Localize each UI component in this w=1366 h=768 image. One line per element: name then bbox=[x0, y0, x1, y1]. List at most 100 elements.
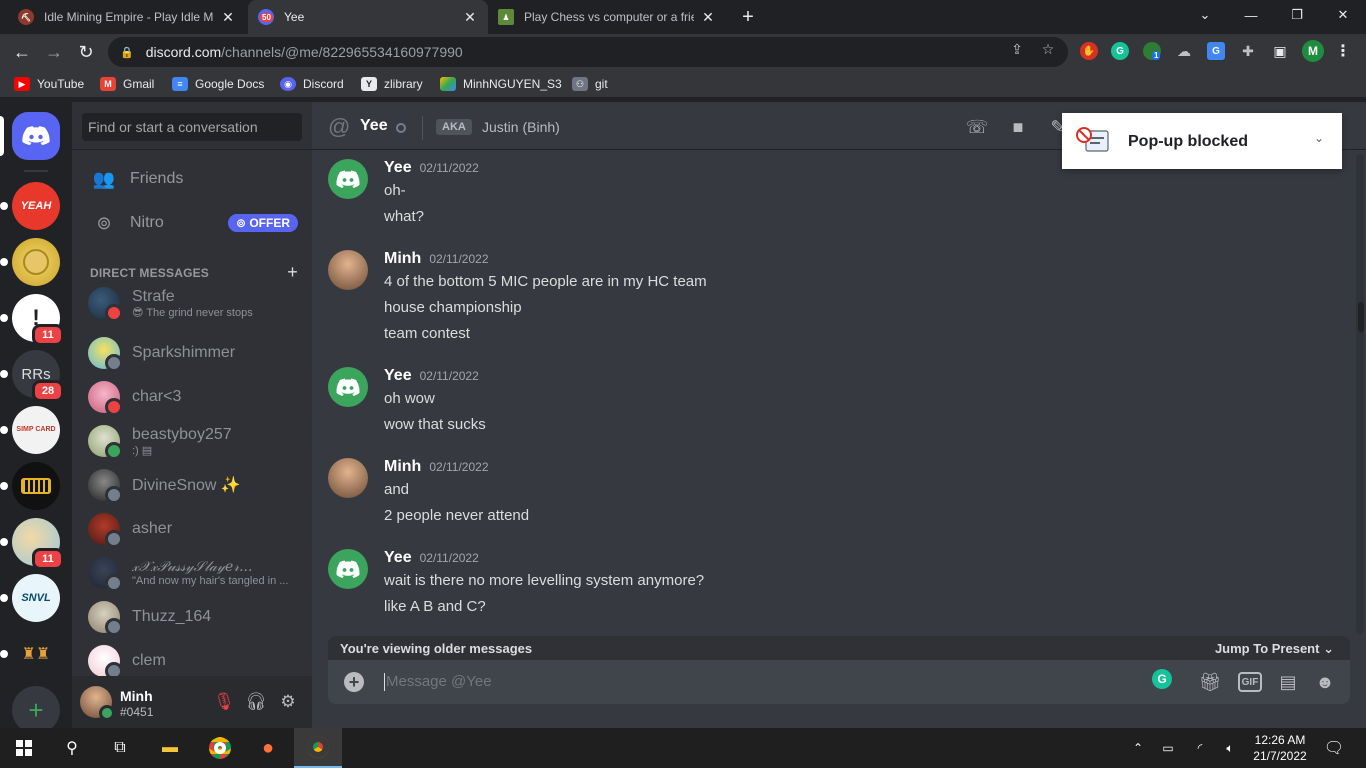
scrollbar-track[interactable] bbox=[1356, 154, 1364, 634]
message-author[interactable]: Minh 02/11/2022 bbox=[384, 458, 489, 476]
settings-gear-icon[interactable]: ⚙ bbox=[276, 690, 300, 714]
message-author[interactable]: Yee 02/11/2022 bbox=[384, 159, 479, 177]
guild-coin[interactable] bbox=[0, 238, 60, 286]
restore-icon[interactable]: ❐ bbox=[1274, 0, 1320, 30]
close-tab-icon[interactable]: ✕ bbox=[220, 9, 236, 26]
notifications-icon[interactable]: 🗨︎ bbox=[1310, 728, 1358, 768]
friends-nav[interactable]: 👥 Friends bbox=[80, 158, 304, 200]
dm-item[interactable]: asher bbox=[80, 508, 304, 550]
dm-item[interactable]: Thuzz_164 bbox=[80, 596, 304, 638]
guild-simp-card[interactable]: SIMP CARD bbox=[0, 406, 60, 454]
avatar[interactable] bbox=[328, 549, 368, 589]
task-view-icon[interactable]: ⧉ bbox=[96, 728, 144, 768]
avatar[interactable] bbox=[328, 250, 368, 290]
scrollbar-thumb[interactable] bbox=[1358, 302, 1364, 332]
bookmark-google-docs[interactable]: ≡ Google Docs bbox=[172, 75, 264, 93]
battery-icon[interactable]: ▭ bbox=[1154, 728, 1182, 768]
avatar[interactable] bbox=[328, 458, 368, 498]
add-server-button[interactable]: + bbox=[12, 686, 60, 734]
bookmark-discord[interactable]: ◉ Discord bbox=[280, 75, 344, 93]
bookmark-zlibrary[interactable]: Yzlibrary bbox=[361, 75, 423, 93]
clock-time: 12:26 AM bbox=[1254, 733, 1306, 747]
message-author[interactable]: Minh 02/11/2022 bbox=[384, 250, 489, 268]
firefox-icon[interactable]: ● bbox=[244, 728, 292, 768]
message-author[interactable]: Yee 02/11/2022 bbox=[384, 367, 479, 385]
vpn-extension-icon[interactable]: ☁ bbox=[1175, 42, 1193, 60]
avatar bbox=[88, 645, 123, 680]
tab-yee[interactable]: 50 Yee ✕ bbox=[248, 0, 488, 34]
dm-item[interactable]: DivineSnow ✨ bbox=[80, 464, 304, 506]
guild-snvl[interactable]: SNVL bbox=[0, 574, 60, 622]
new-tab-button[interactable]: + bbox=[732, 0, 764, 34]
adblock-extension-icon[interactable]: ✋ bbox=[1080, 42, 1098, 60]
user-avatar[interactable] bbox=[80, 686, 115, 721]
mute-mic-icon[interactable]: 🎙︎ bbox=[212, 690, 236, 714]
voice-call-icon[interactable]: ☏ bbox=[965, 116, 989, 138]
dm-item[interactable]: Sparkshimmer bbox=[80, 332, 304, 374]
bookmark-youtube[interactable]: ▶ YouTube bbox=[14, 75, 84, 93]
guild-keyboard[interactable] bbox=[0, 462, 60, 510]
guild-map[interactable]: 11 bbox=[0, 518, 64, 570]
system-clock[interactable]: 12:26 AM 21/7/2022 bbox=[1240, 732, 1320, 764]
wifi-icon[interactable]: ◜ bbox=[1186, 728, 1214, 768]
dm-item[interactable]: 𝓍𝒳𝓍𝒫𝓊𝓈𝓈𝓎𝒮𝓁𝒶𝓎𝑒𝓇... "And now my hair's tang… bbox=[80, 552, 304, 594]
avatar[interactable] bbox=[328, 159, 368, 199]
message-author[interactable]: Yee 02/11/2022 bbox=[384, 549, 479, 567]
dm-item[interactable]: char<3 bbox=[80, 376, 304, 418]
grammarly-icon[interactable]: G bbox=[1152, 669, 1172, 689]
jump-to-present-button[interactable]: Jump To Present ⌄ bbox=[1215, 641, 1334, 657]
avatar bbox=[88, 557, 123, 592]
attach-plus-icon[interactable]: + bbox=[344, 672, 364, 692]
grammarly-extension-icon[interactable]: G bbox=[1111, 42, 1129, 60]
reload-icon[interactable]: ↻ bbox=[72, 38, 100, 66]
guild-alert[interactable]: ! 11 bbox=[0, 294, 64, 346]
guild-yeah[interactable]: YEAH bbox=[0, 182, 60, 230]
profile-avatar[interactable]: M bbox=[1302, 40, 1324, 62]
gift-icon[interactable]: 🎁︎ bbox=[1198, 671, 1222, 693]
bookmark-gmail[interactable]: M Gmail bbox=[100, 75, 154, 93]
nitro-nav[interactable]: ⊚ Nitro ⊚ OFFER bbox=[80, 202, 304, 244]
show-hidden-icons-icon[interactable]: ⌃ bbox=[1124, 728, 1152, 768]
bookmark-git[interactable]: ⚇ git bbox=[572, 75, 608, 93]
avatar[interactable] bbox=[328, 367, 368, 407]
back-icon[interactable]: ← bbox=[8, 38, 36, 66]
chevron-down-icon[interactable]: ⌄ bbox=[1314, 131, 1324, 145]
dm-item[interactable]: beastyboy257:) ▤ bbox=[80, 420, 304, 462]
guild-figures[interactable]: ♜♜ bbox=[0, 630, 60, 678]
chrome-profile-taskbar-icon[interactable] bbox=[294, 728, 342, 768]
tab-idle-mining[interactable]: ⛏ Idle Mining Empire - Play Idle Mining … bbox=[8, 0, 246, 34]
close-tab-icon[interactable]: ✕ bbox=[462, 9, 478, 26]
find-conversation-button[interactable]: Find or start a conversation bbox=[82, 113, 302, 141]
create-dm-icon[interactable]: + bbox=[287, 262, 298, 283]
message-composer[interactable]: + Message @Yee G 🎁︎ GIF ▤ ☻ bbox=[328, 660, 1350, 704]
bookmark-star-icon[interactable]: ☆ bbox=[1039, 40, 1057, 58]
video-call-icon[interactable]: ■ bbox=[1006, 116, 1030, 138]
message-input[interactable]: Message @Yee bbox=[386, 673, 492, 690]
headphones-icon[interactable]: 🎧︎ bbox=[244, 690, 268, 714]
forward-icon[interactable]: → bbox=[40, 38, 68, 66]
tab-chess[interactable]: ♟ Play Chess vs computer or a friend ✕ bbox=[488, 0, 726, 34]
close-tab-icon[interactable]: ✕ bbox=[700, 9, 716, 26]
search-icon[interactable]: ⚲ bbox=[48, 728, 96, 768]
windows-start-icon[interactable] bbox=[0, 728, 48, 768]
sticker-icon[interactable]: ▤ bbox=[1276, 671, 1300, 693]
address-bar[interactable]: 🔒 discord.com /channels/@me/822965534160… bbox=[108, 37, 1068, 67]
minimize-icon[interactable]: — bbox=[1228, 0, 1274, 30]
side-panel-icon[interactable]: ▣ bbox=[1271, 42, 1289, 60]
extension-icon[interactable]: 1 bbox=[1143, 42, 1161, 60]
bookmark-minhnguyen[interactable]: MinhNGUYEN_S3 bbox=[440, 75, 562, 93]
share-icon[interactable]: ⇪ bbox=[1008, 40, 1026, 58]
file-explorer-icon[interactable]: ▬ bbox=[146, 728, 194, 768]
chrome-menu-icon[interactable]: ⋮ bbox=[1334, 42, 1352, 60]
guild-rrs[interactable]: RRs 28 bbox=[0, 350, 64, 402]
popup-blocked-notification[interactable]: Pop-up blocked ⌄ bbox=[1062, 113, 1342, 169]
chrome-taskbar-icon[interactable] bbox=[196, 728, 244, 768]
tab-search-icon[interactable]: ⌄ bbox=[1182, 0, 1228, 30]
emoji-icon[interactable]: ☻ bbox=[1313, 671, 1337, 693]
dm-item[interactable]: Strafe 😎 The grind never stops bbox=[80, 282, 304, 324]
close-window-icon[interactable]: ✕ bbox=[1320, 0, 1366, 30]
gif-button[interactable]: GIF bbox=[1238, 672, 1262, 692]
home-button[interactable] bbox=[0, 112, 60, 160]
extensions-puzzle-icon[interactable]: ✚ bbox=[1239, 42, 1257, 60]
translate-extension-icon[interactable]: G bbox=[1207, 42, 1225, 60]
